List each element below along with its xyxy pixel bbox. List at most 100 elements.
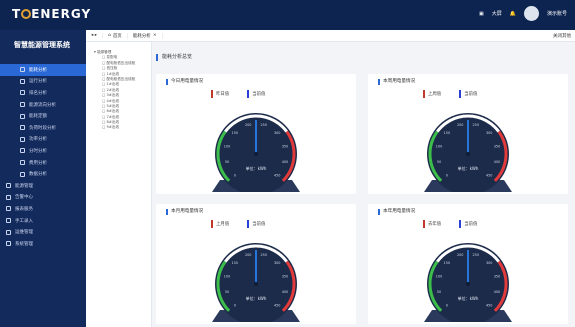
sidebar-item-label: 系统管理 (15, 241, 33, 247)
gauge-tick-label: 400 (282, 160, 288, 164)
gauge-hub (254, 152, 258, 156)
sidebar-item-label: 报表服务 (15, 206, 33, 212)
gauge-tick-label: 0 (446, 173, 448, 177)
analysis-main: 能耗分析总览 今日用电量情况 昨日值 当前值 0 50 100 150 200 250 300 35… (156, 54, 572, 327)
sidebar-item-label: 负荷时段分析 (29, 125, 56, 131)
user-name[interactable]: 演示账号 (547, 10, 567, 17)
sidebar-item-10[interactable]: 能源管理 (0, 180, 86, 192)
gauge-tick-label: 0 (446, 303, 448, 307)
sidebar-item-3[interactable]: 能源流向分析 (0, 99, 86, 111)
menu-icon (20, 78, 25, 84)
gauge-tick-label: 300 (274, 131, 280, 135)
gauge-tick-label: 100 (224, 274, 230, 278)
sidebar-item-0[interactable]: 能耗分析 (0, 64, 86, 76)
sidebar-item-8[interactable]: 费用分析 (0, 157, 86, 169)
legend-swatch (459, 220, 462, 228)
sidebar-item-label: 能耗分析 (29, 67, 47, 73)
gauge-tick-label: 300 (486, 131, 492, 135)
menu-icon (20, 67, 25, 73)
legend-swatch (211, 220, 213, 228)
toolbar-label[interactable]: 大屏 (492, 10, 502, 17)
tab-nav-arrows[interactable]: ◂ ▸ (86, 33, 103, 38)
gauge-tick-label: 400 (494, 160, 500, 164)
gauge-tick-label: 400 (282, 290, 288, 294)
fullscreen-icon[interactable]: ▣ (479, 11, 484, 17)
gauge-svg: 0 50 100 150 200 250 300 350 400 450 单位：kWh (424, 243, 512, 325)
menu-icon (20, 113, 25, 119)
gauge-tick-label: 450 (274, 173, 280, 177)
sidebar-item-6[interactable]: 功率分析 (0, 134, 86, 146)
gauge-tick-label: 450 (274, 303, 280, 307)
panel-title: 本月用电量情况 (166, 209, 203, 215)
menu-icon (20, 102, 25, 108)
sidebar-item-label: 数据分析 (29, 172, 47, 178)
gauge-tick-label: 250 (473, 253, 479, 257)
legend-swatch (247, 90, 250, 98)
tab-close-others[interactable]: 关闭其他 (553, 33, 571, 39)
gauge-tick-label: 350 (282, 144, 288, 148)
menu-icon (6, 218, 11, 224)
sidebar-item-2[interactable]: 排名分析 (0, 87, 86, 99)
menu-icon (20, 171, 25, 177)
gauge-legend: 上周值 当前值 (423, 90, 477, 98)
legend-item-previous: 上月值 (211, 220, 229, 228)
menu-icon (20, 136, 25, 142)
menu-icon (20, 160, 25, 166)
menu-icon (20, 148, 25, 154)
menu-icon (20, 125, 25, 131)
avatar[interactable] (523, 6, 539, 21)
menu-icon (6, 194, 11, 200)
sidebar-item-label: 运维管理 (15, 230, 33, 236)
sidebar-item-4[interactable]: 能耗定额 (0, 110, 86, 122)
sidebar-item-5[interactable]: 负荷时段分析 (0, 122, 86, 134)
gauge-unit-label: 单位：kWh (458, 295, 479, 301)
legend-swatch (423, 220, 425, 228)
device-tree: ▾ 能源管理 ▢ 变配电 ▢ 配电柜低压出线柜 ▢ 低压柜 ▢ 1#出线 ▢ 配电柜低压… (86, 42, 152, 327)
gauge-tick-label: 300 (486, 261, 492, 265)
gauge-legend: 去年值 当前值 (423, 220, 477, 228)
tab-current[interactable]: 能耗分析 × (128, 32, 163, 39)
gauge-tick-label: 50 (225, 290, 229, 294)
gauge-tick-label: 200 (245, 123, 251, 127)
tab-home[interactable]: ⌂ 首页 (103, 32, 128, 39)
bell-icon[interactable]: 🔔 (510, 11, 516, 17)
legend-item-previous: 上周值 (423, 90, 441, 98)
sidebar-item-11[interactable]: 告警中心 (0, 192, 86, 204)
sidebar-item-12[interactable]: 报表服务 (0, 203, 86, 215)
gauge-tick-label: 50 (437, 160, 441, 164)
gauge-panel: 本周用电量情况 上周值 当前值 0 50 100 150 200 250 300 350 400 450… (368, 74, 568, 195)
sidebar-item-13[interactable]: 手工录入 (0, 215, 86, 227)
home-icon: ⌂ (107, 33, 111, 38)
gauge-tick-label: 100 (436, 144, 442, 148)
sidebar-item-label: 分时分析 (29, 148, 47, 154)
sidebar-item-14[interactable]: 运维管理 (0, 226, 86, 238)
speed-gauge: 0 50 100 150 200 250 300 350 400 450 单位：kWh (418, 106, 518, 195)
legend-swatch (459, 90, 462, 98)
gauge-unit-label: 单位：kWh (246, 295, 267, 301)
sidebar-item-15[interactable]: 系统管理 (0, 238, 86, 250)
legend-item-previous: 昨日值 (211, 90, 229, 98)
logo-ring-icon (21, 9, 32, 19)
panel-title: 本周用电量情况 (378, 79, 415, 85)
gauge-svg: 0 50 100 150 200 250 300 350 400 450 单位：kWh (212, 113, 300, 195)
gauge-tick-label: 0 (234, 173, 236, 177)
sidebar-item-9[interactable]: 数据分析 (0, 168, 86, 180)
gauge-tick-label: 450 (486, 173, 492, 177)
sidebar-item-7[interactable]: 分时分析 (0, 145, 86, 157)
legend-swatch (423, 90, 425, 98)
speed-gauge: 0 50 100 150 200 250 300 350 400 450 单位：kWh (418, 236, 518, 325)
gauge-hub (466, 282, 470, 286)
tab-bar: ◂ ▸ ⌂ 首页 能耗分析 × 关闭其他 (86, 30, 575, 42)
gauge-tick-label: 200 (245, 253, 251, 257)
sidebar-nav: 能耗分析运行分析排名分析能源流向分析 能耗定额负荷时段分析功率分析分时分析费用分析… (0, 64, 86, 250)
sidebar-item-label: 排名分析 (29, 90, 47, 96)
gauge-tick-label: 400 (494, 290, 500, 294)
brand-logo: T ENERGY (12, 7, 92, 21)
menu-icon (6, 229, 11, 235)
gauge-tick-label: 350 (494, 274, 500, 278)
tree-node[interactable]: ▢ 9#出线 (94, 125, 151, 130)
gauge-tick-label: 350 (282, 274, 288, 278)
gauge-tick-label: 100 (436, 274, 442, 278)
legend-item-current: 当前值 (247, 90, 265, 98)
sidebar-item-1[interactable]: 运行分析 (0, 76, 86, 88)
